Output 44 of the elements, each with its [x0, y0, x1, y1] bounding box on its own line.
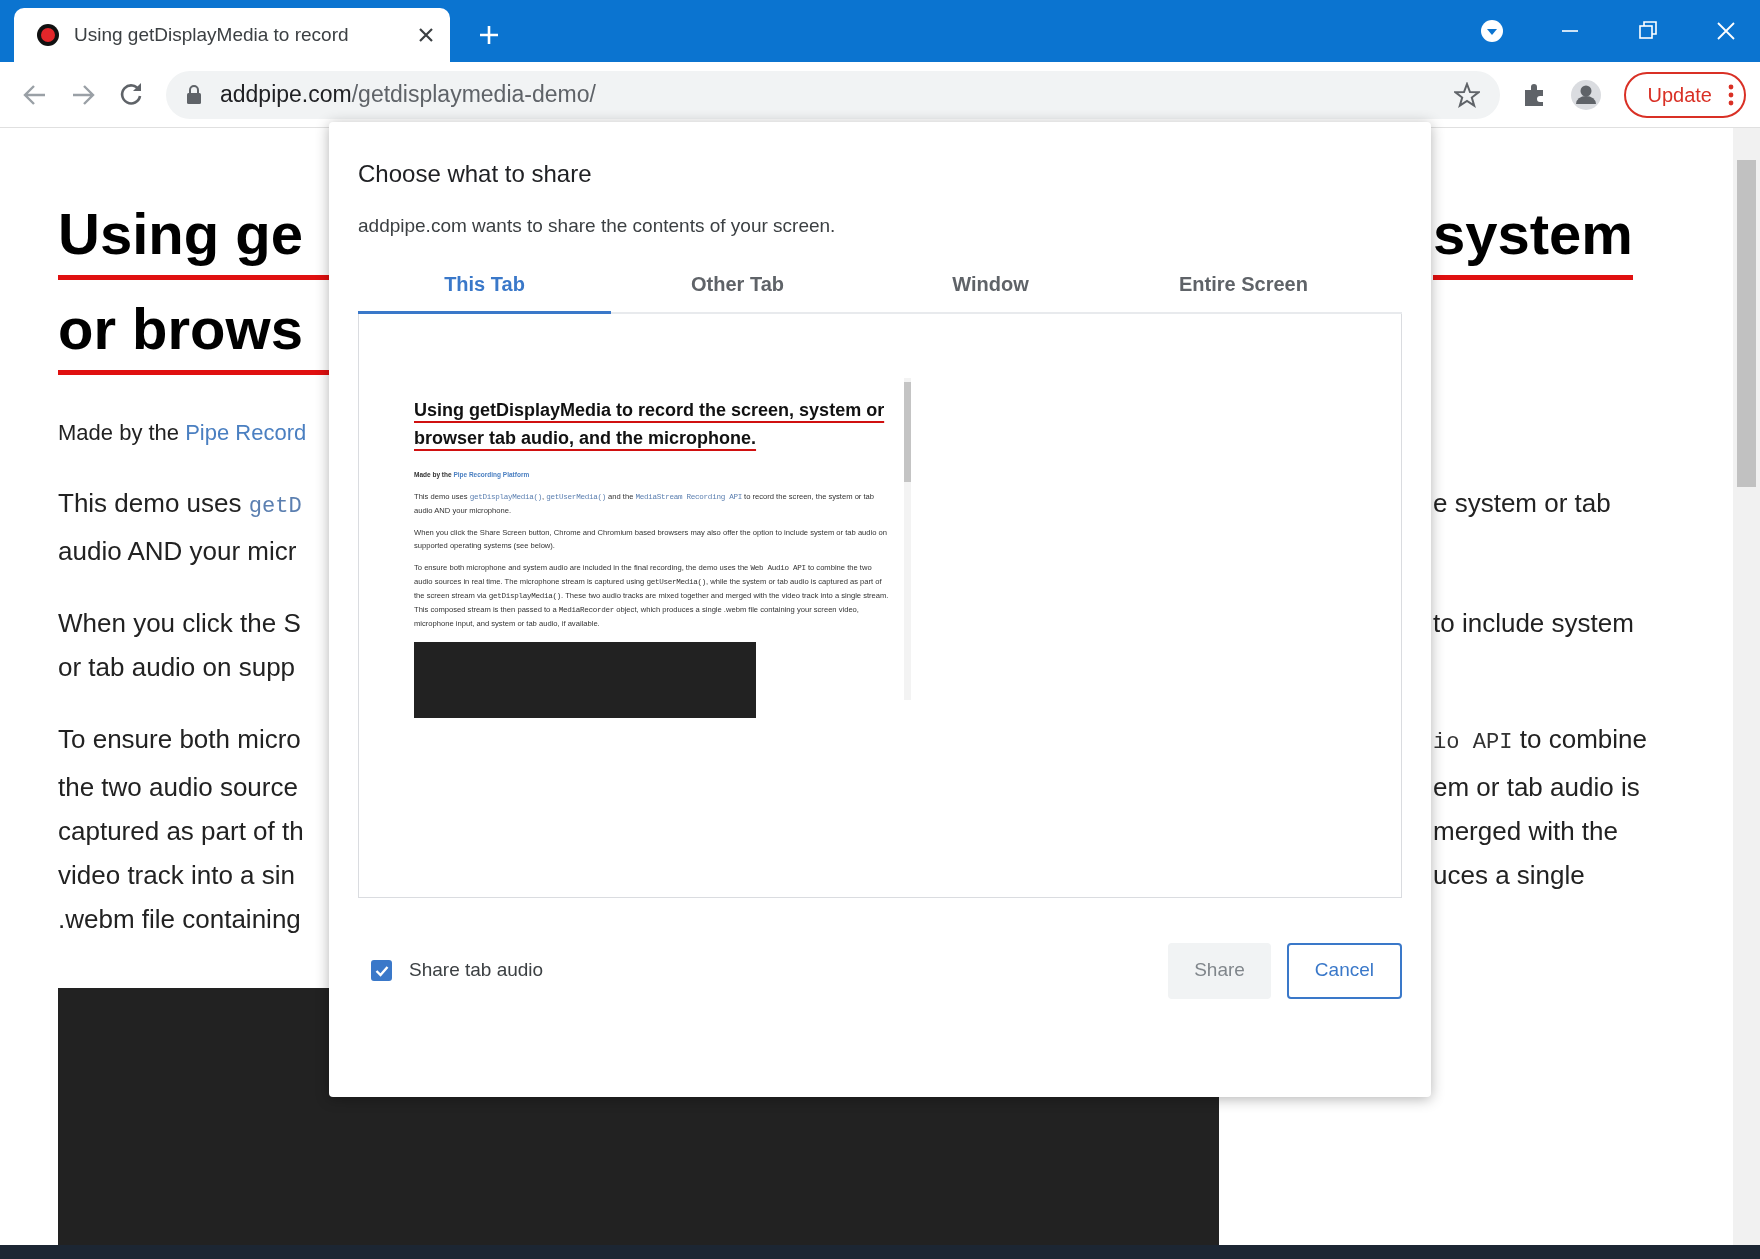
paragraph-text: e system or tab — [1433, 487, 1612, 520]
paragraph-text: captured as part of th — [58, 815, 305, 848]
dialog-message: addpipe.com wants to share the contents of your screen. — [358, 214, 837, 238]
source-tab[interactable]: Other Tab — [611, 262, 864, 314]
paragraph-text: the two audio source — [58, 771, 299, 804]
paragraph-text: audio AND your micr — [58, 535, 298, 568]
update-button[interactable]: Update — [1623, 71, 1746, 118]
checkbox-label: Share tab audio — [409, 958, 544, 983]
source-tab[interactable]: Entire Screen — [1117, 262, 1370, 314]
scroll-thumb[interactable] — [1737, 160, 1756, 487]
dropdown-icon[interactable] — [1480, 19, 1504, 43]
record-icon — [36, 23, 60, 47]
more-icon — [1728, 83, 1734, 106]
link[interactable]: Pipe Record — [185, 420, 307, 445]
profile-icon[interactable] — [1569, 78, 1602, 111]
paragraph-text: or tab audio on supp — [58, 651, 297, 684]
source-tab[interactable]: This Tab — [358, 262, 611, 314]
cancel-button[interactable]: Cancel — [1286, 942, 1402, 999]
paragraph-text: to include system — [1433, 607, 1635, 640]
paragraph-text: .webm file containing — [58, 903, 302, 936]
reload-icon[interactable] — [118, 81, 144, 108]
preview-heading: Using getDisplayMedia to record the screen, system or browser tab audio, and the microphone. — [414, 399, 885, 448]
source-tab[interactable]: Window — [864, 262, 1117, 314]
paragraph-text: uces a single — [1433, 859, 1586, 892]
plus-icon[interactable] — [478, 24, 500, 46]
paragraph-text: When you click the S — [58, 607, 302, 640]
checkbox[interactable] — [371, 960, 392, 981]
paragraph-text: To ensure both micro — [58, 723, 302, 756]
address-bar[interactable]: addpipe.com/getdisplaymedia-demo/ — [166, 70, 1500, 119]
star-icon[interactable] — [1453, 81, 1480, 108]
close-icon[interactable] — [418, 27, 434, 43]
paragraph-text: This demo uses getD — [58, 487, 303, 521]
scrollbar[interactable] — [1733, 128, 1760, 1245]
lock-icon — [186, 84, 202, 105]
url-text: addpipe.com/getdisplaymedia-demo/ — [220, 80, 596, 110]
tab-title: Using getDisplayMedia to record — [74, 22, 350, 47]
byline-text: Made by the Pipe Record — [58, 419, 308, 447]
paragraph-text: video track into a sin — [58, 859, 296, 892]
paragraph-text: merged with the — [1433, 815, 1619, 848]
browser-tab[interactable]: Using getDisplayMedia to record — [14, 8, 450, 62]
paragraph-text: em or tab audio is — [1433, 771, 1641, 804]
check-icon — [374, 964, 389, 977]
dialog-title: Choose what to share — [358, 159, 593, 189]
paragraph-text: io API to combine — [1433, 723, 1648, 757]
